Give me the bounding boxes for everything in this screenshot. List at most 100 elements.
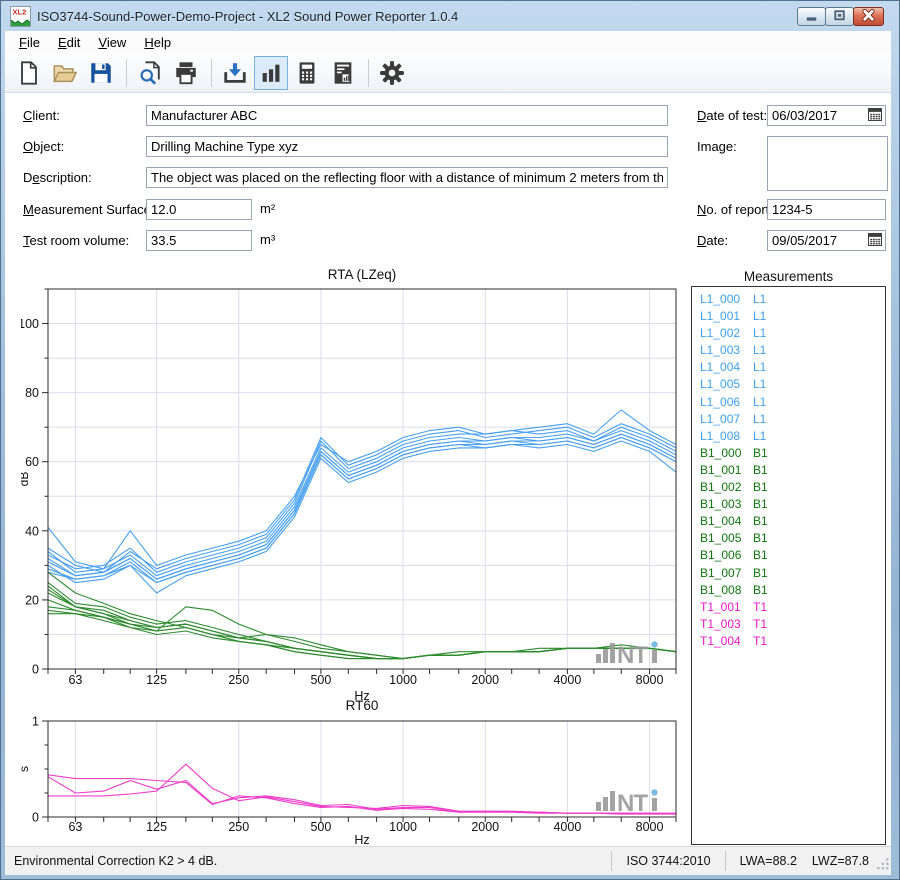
measurement-name: L1_001 [700, 308, 747, 325]
measurement-name: L1_007 [700, 411, 747, 428]
calendar-icon [868, 108, 882, 124]
menu-item-file[interactable]: File [10, 33, 49, 52]
measurement-tag: B1 [753, 496, 768, 513]
measurement-item[interactable]: T1_001T1 [692, 599, 885, 616]
report-button[interactable] [326, 56, 360, 90]
print-button[interactable] [169, 56, 203, 90]
measurement-item[interactable]: B1_001B1 [692, 462, 885, 479]
measurement-name: B1_007 [700, 565, 747, 582]
menu-item-edit[interactable]: Edit [49, 33, 89, 52]
save-project-icon [88, 60, 114, 86]
svg-text:4000: 4000 [553, 820, 581, 834]
status-standard: ISO 3744:2010 [612, 854, 724, 868]
surface-input[interactable] [146, 199, 252, 220]
measurement-item[interactable]: L1_007L1 [692, 411, 885, 428]
measurement-tag: B1 [753, 582, 768, 599]
report-no-input[interactable] [767, 199, 886, 220]
date-input[interactable] [768, 233, 865, 248]
svg-text:250: 250 [228, 673, 249, 687]
toolbar [5, 53, 891, 93]
object-input[interactable] [146, 136, 668, 157]
minimize-button[interactable] [797, 7, 826, 26]
measurements-title: Measurements [691, 269, 886, 284]
measurement-tag: L1 [753, 376, 766, 393]
close-icon [854, 7, 883, 27]
measurement-item[interactable]: B1_005B1 [692, 530, 885, 547]
measurement-item[interactable]: L1_005L1 [692, 376, 885, 393]
description-input[interactable] [146, 167, 668, 188]
measurement-item[interactable]: B1_003B1 [692, 496, 885, 513]
measurement-tag: L1 [753, 428, 766, 445]
charts-view-icon [258, 60, 284, 86]
toolbar-separator [126, 59, 127, 87]
calculator-button[interactable] [290, 56, 324, 90]
menu-item-help[interactable]: Help [135, 33, 180, 52]
measurement-item[interactable]: B1_008 B1 [692, 582, 885, 599]
close-button[interactable] [853, 7, 884, 26]
restore-button[interactable] [825, 7, 854, 26]
resize-grip[interactable] [876, 857, 889, 873]
measurement-item[interactable]: L1_000L1 [692, 291, 885, 308]
measurement-name: B1_004 [700, 513, 747, 530]
description-label: Description: [23, 170, 92, 185]
date-of-test-picker-button[interactable] [865, 106, 885, 125]
minimize-icon [798, 7, 825, 27]
measurement-tag: B1 [753, 565, 768, 582]
print-icon [173, 60, 199, 86]
date-field [767, 230, 886, 251]
image-box[interactable] [767, 136, 888, 191]
measurement-item[interactable]: L1_008 L1 [692, 428, 885, 445]
title-bar[interactable]: XL2 ISO3744-Sound-Power-Demo-Project - X… [1, 1, 899, 31]
measurement-item[interactable]: B1_002B1 [692, 479, 885, 496]
measurement-item[interactable]: B1_007 B1 [692, 565, 885, 582]
measurement-tag: T1 [753, 616, 767, 633]
save-project-button[interactable] [84, 56, 118, 90]
export-button[interactable] [218, 56, 252, 90]
svg-text:0: 0 [32, 811, 39, 825]
svg-text:40: 40 [25, 524, 39, 538]
measurement-item[interactable]: L1_004L1 [692, 359, 885, 376]
measurement-name: L1_003 [700, 342, 747, 359]
measurement-item[interactable]: L1_006L1 [692, 394, 885, 411]
measurement-item[interactable]: T1_004T1 [692, 633, 885, 650]
measurement-name: L1_008 [700, 428, 747, 445]
measurement-tag: B1 [753, 530, 768, 547]
measurement-name: B1_000 [700, 445, 747, 462]
toolbar-separator [211, 59, 212, 87]
measurement-item[interactable]: T1_003 T1 [692, 616, 885, 633]
volume-input[interactable] [146, 230, 252, 251]
measurements-list: L1_000L1L1_001L1L1_002L1L1_003L1L1_004L1… [691, 286, 886, 845]
settings-icon [379, 60, 405, 86]
measurement-name: B1_008 [700, 582, 747, 599]
svg-text:Hz: Hz [354, 833, 369, 845]
svg-text:125: 125 [146, 673, 167, 687]
svg-text:8000: 8000 [636, 673, 664, 687]
measurement-name: B1_006 [700, 547, 747, 564]
settings-button[interactable] [375, 56, 409, 90]
measurement-item[interactable]: L1_002L1 [692, 325, 885, 342]
date-of-test-label: Date of test: [697, 108, 767, 123]
open-project-button[interactable] [48, 56, 82, 90]
measurement-item[interactable]: L1_003L1 [692, 342, 885, 359]
charts-view-button[interactable] [254, 56, 288, 90]
svg-text:60: 60 [25, 455, 39, 469]
measurement-name: T1_003 [700, 616, 747, 633]
print-preview-button[interactable] [133, 56, 167, 90]
svg-text:RTA (LZeq): RTA (LZeq) [328, 267, 397, 282]
measurement-item[interactable]: B1_004B1 [692, 513, 885, 530]
measurement-tag: L1 [753, 291, 766, 308]
date-picker-button[interactable] [865, 231, 885, 250]
measurement-item[interactable]: L1_001L1 [692, 308, 885, 325]
measurement-tag: L1 [753, 359, 766, 376]
new-document-button[interactable] [12, 56, 46, 90]
menu-item-view[interactable]: View [89, 33, 135, 52]
client-input[interactable] [146, 105, 668, 126]
svg-text:XL2: XL2 [13, 7, 27, 16]
surface-unit: m² [260, 201, 275, 216]
status-lwa: LWA=88.2 [740, 854, 797, 868]
measurement-item[interactable]: B1_006B1 [692, 547, 885, 564]
export-icon [222, 60, 248, 86]
measurement-item[interactable]: B1_000B1 [692, 445, 885, 462]
date-of-test-input[interactable] [768, 108, 865, 123]
measurement-tag: L1 [753, 325, 766, 342]
